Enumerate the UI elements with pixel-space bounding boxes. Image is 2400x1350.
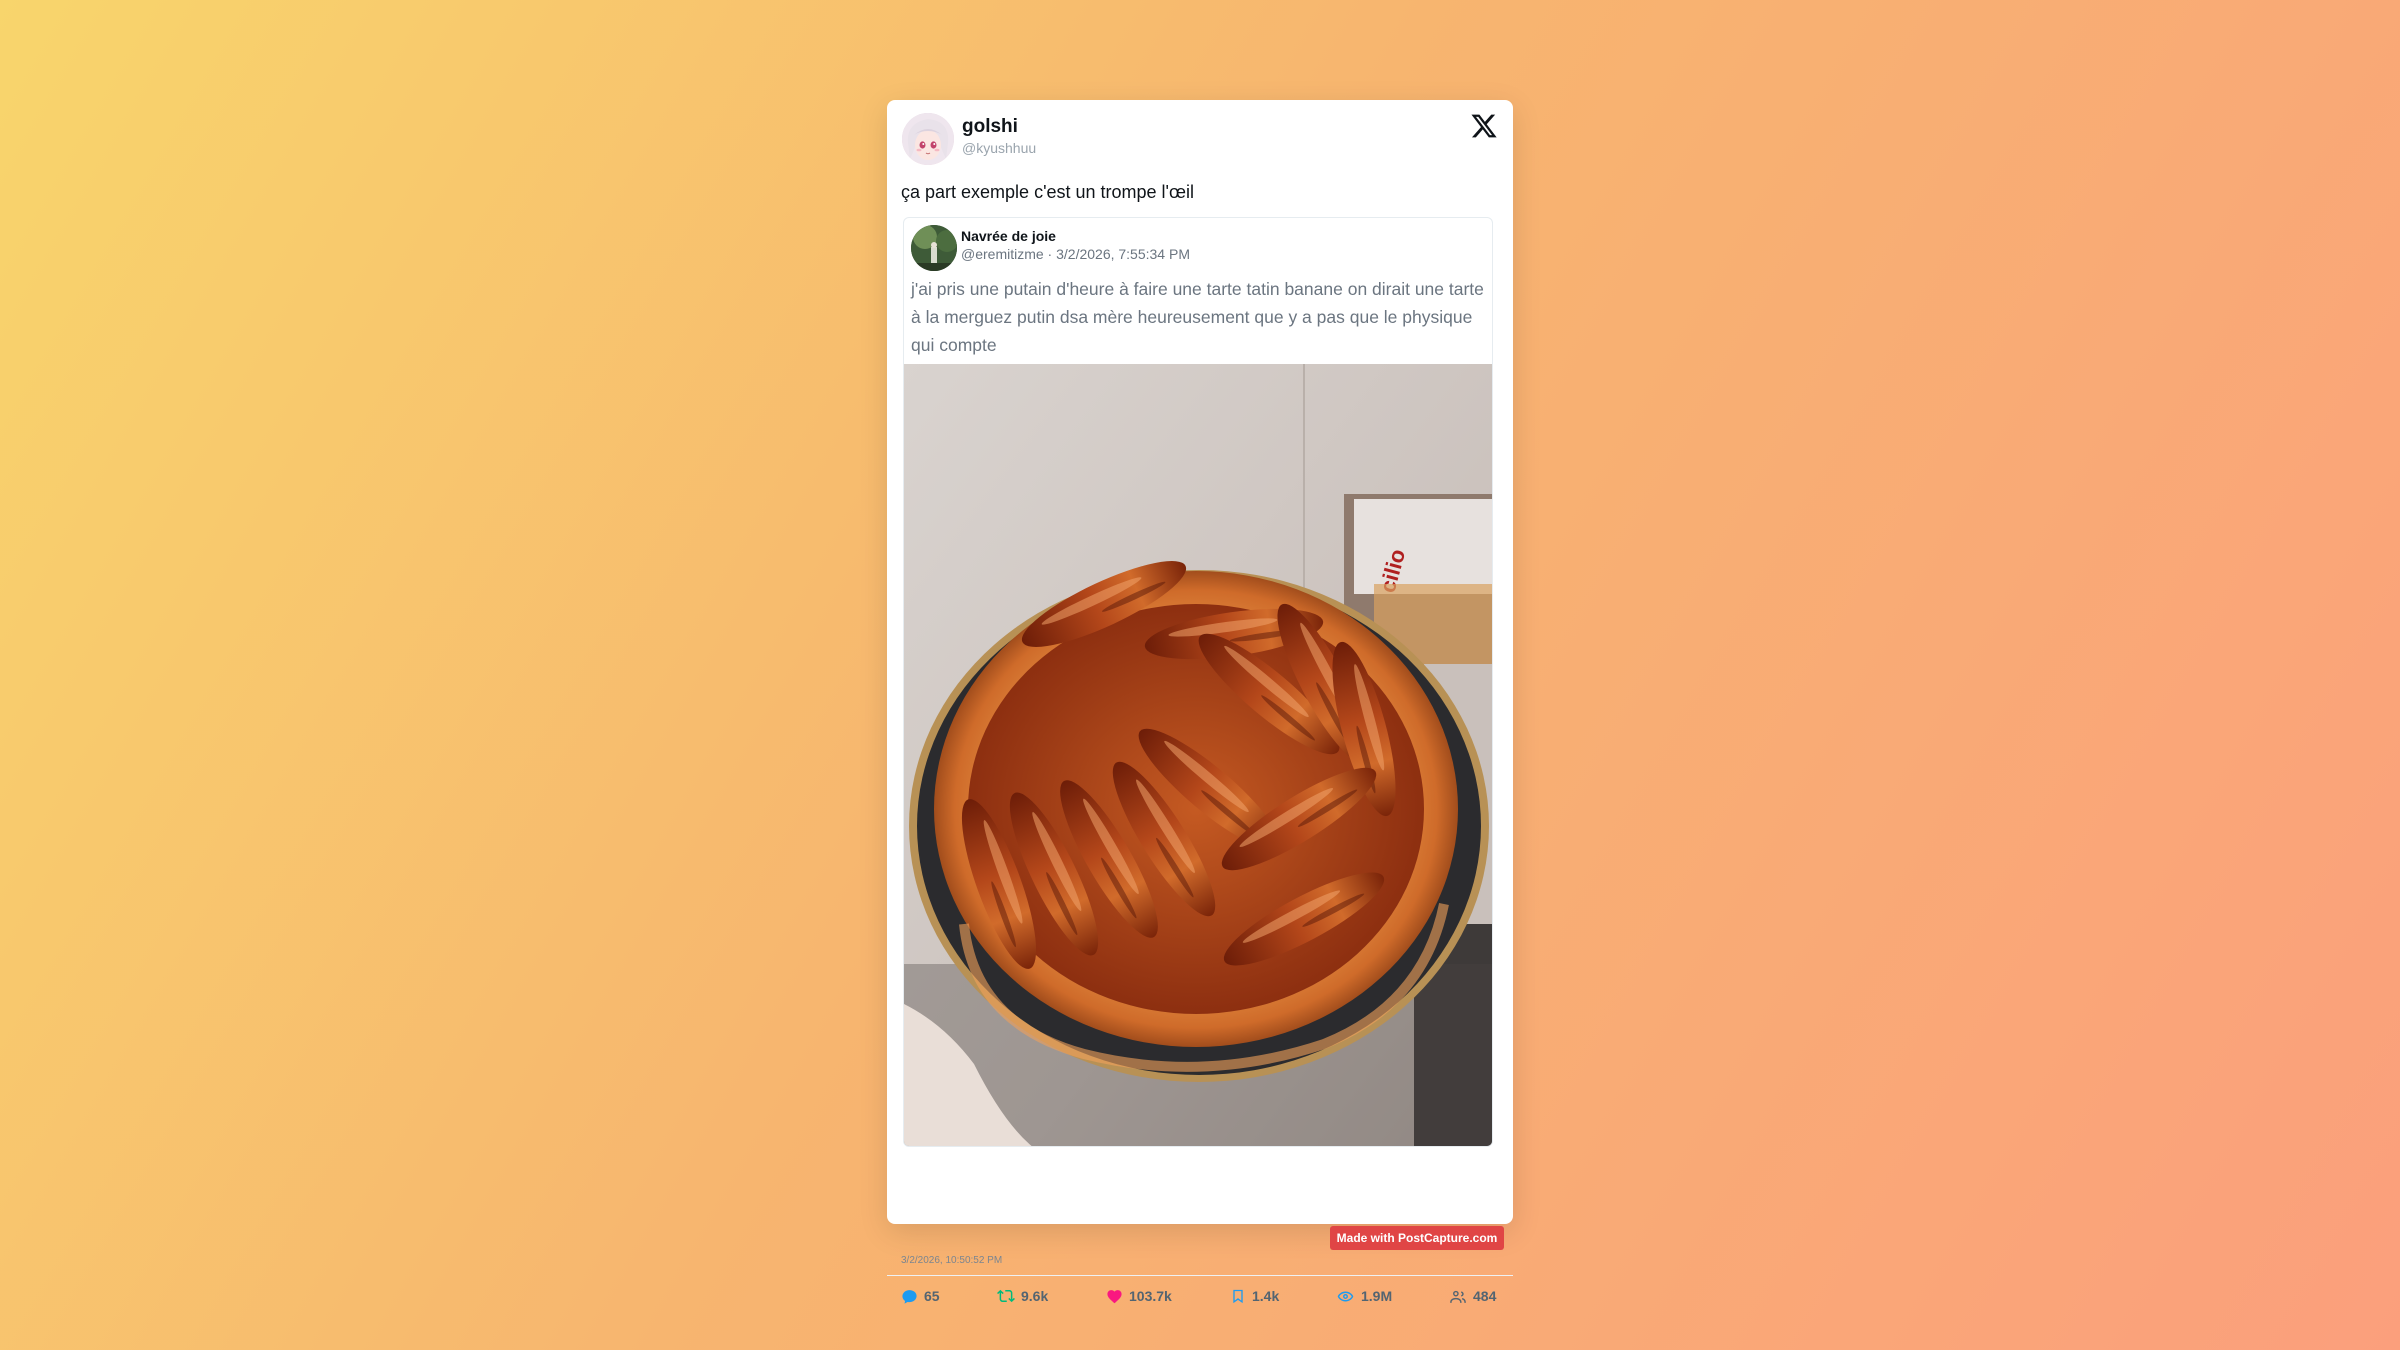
- author-handle[interactable]: @kyushhuu: [962, 140, 1036, 156]
- quoted-post-text: j'ai pris une putain d'heure à faire une…: [911, 279, 1484, 355]
- quoted-post-image[interactable]: cilio: [904, 364, 1492, 1146]
- bookmarks-count: 1.4k: [1252, 1288, 1280, 1304]
- repost-icon: [997, 1287, 1015, 1305]
- quoted-post-box[interactable]: Navrée de joie @eremitizme · 3/2/2026, 7…: [903, 217, 1493, 1147]
- comment-icon: [901, 1288, 918, 1305]
- replies-stat[interactable]: 65: [901, 1286, 940, 1306]
- likes-stat[interactable]: 103.7k: [1106, 1286, 1172, 1306]
- quoted-author-avatar[interactable]: [911, 225, 957, 271]
- users-icon: [1449, 1288, 1467, 1305]
- heart-icon: [1106, 1288, 1123, 1305]
- replies-count: 65: [924, 1288, 940, 1304]
- quoted-author-name[interactable]: Navrée de joie: [961, 228, 1056, 244]
- reposts-count: 9.6k: [1021, 1288, 1049, 1304]
- postcapture-badge[interactable]: Made with PostCapture.com: [1330, 1226, 1504, 1250]
- likes-count: 103.7k: [1129, 1288, 1172, 1304]
- views-stat[interactable]: 1.9M: [1336, 1286, 1392, 1306]
- post-stats-bar: 65 9.6k 103.7k 1.4k 1.9M 484: [887, 1275, 1513, 1315]
- post-timestamp: 3/2/2026, 10:50:52 PM: [901, 1255, 1003, 1266]
- post-card: golshi @kyushhuu ça part exemple c'est u…: [887, 100, 1513, 1304]
- eye-icon: [1336, 1288, 1355, 1305]
- views-count: 1.9M: [1361, 1288, 1393, 1304]
- quoted-author-meta: @eremitizme · 3/2/2026, 7:55:34 PM: [961, 246, 1190, 262]
- author-name[interactable]: golshi: [962, 116, 1018, 138]
- bookmarks-stat[interactable]: 1.4k: [1230, 1286, 1279, 1306]
- x-logo-icon[interactable]: [1470, 112, 1498, 140]
- post-text: ça part exemple c'est un trompe l'œil: [901, 182, 1194, 202]
- bookmark-icon: [1230, 1288, 1246, 1305]
- author-avatar[interactable]: [902, 113, 954, 165]
- reposts-stat[interactable]: 9.6k: [997, 1286, 1048, 1306]
- followers-stat[interactable]: 484: [1449, 1286, 1496, 1306]
- quoted-post[interactable]: Navrée de joie @eremitizme · 3/2/2026, 7…: [903, 217, 1493, 1251]
- followers-count: 484: [1473, 1288, 1497, 1304]
